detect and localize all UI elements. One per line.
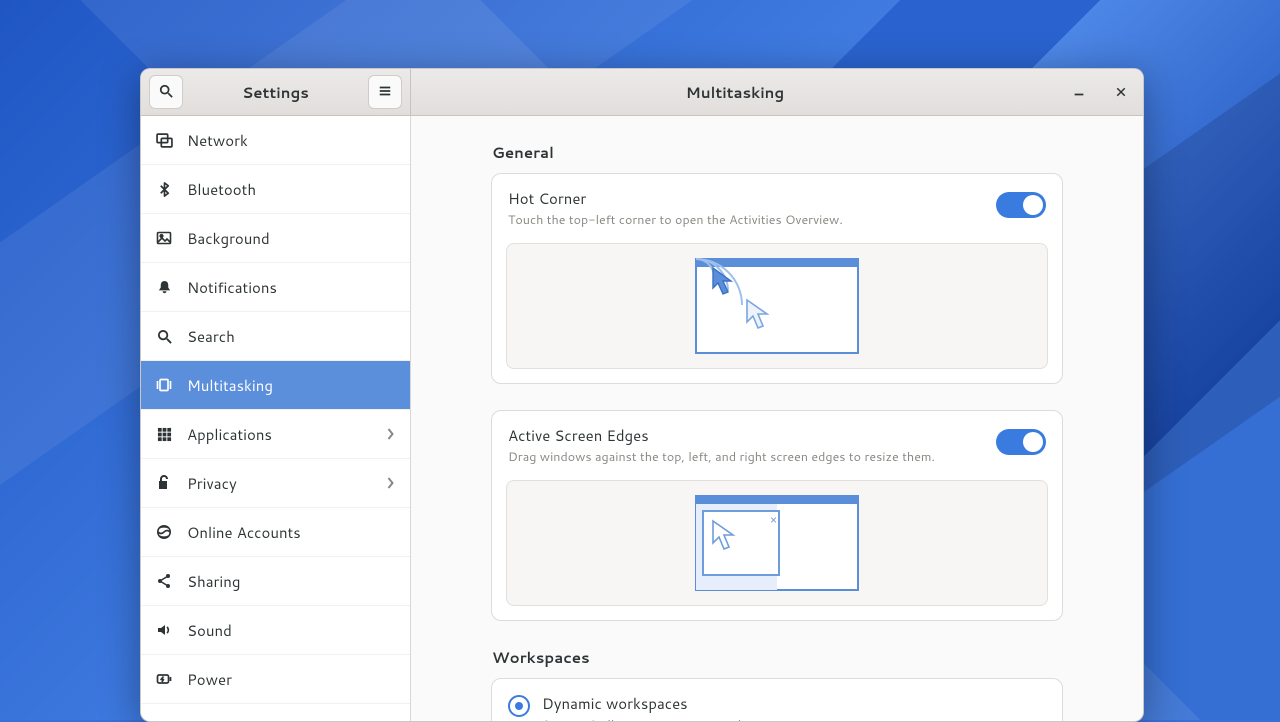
card-workspaces: Dynamic workspaces Automatically removes… (491, 678, 1063, 722)
sidebar-item-label: Power (187, 669, 232, 690)
sidebar-item-label: Privacy (187, 473, 237, 494)
dynamic-workspaces-desc: Automatically removes empty workspaces. (542, 716, 787, 722)
accounts-icon (155, 523, 173, 541)
dynamic-workspaces-title: Dynamic workspaces (542, 693, 787, 714)
search-icon (159, 81, 173, 104)
sidebar[interactable]: Network Bluetooth Background Notifications S… (141, 116, 411, 722)
hamburger-icon (378, 81, 392, 104)
close-icon (1115, 81, 1127, 104)
hot-corner-illustration (506, 243, 1048, 369)
sidebar-item-multitasking[interactable]: Multitasking (141, 361, 410, 410)
headerbar-right: Multitasking (411, 69, 1143, 115)
sidebar-item-sound[interactable]: Sound (141, 606, 410, 655)
sidebar-item-applications[interactable]: Applications (141, 410, 410, 459)
sidebar-item-label: Notifications (187, 277, 277, 298)
hot-corner-switch[interactable] (996, 192, 1046, 218)
svg-text:×: × (770, 513, 777, 527)
page-title: Multitasking (419, 82, 1051, 103)
search-button[interactable] (149, 75, 183, 109)
sidebar-item-label: Online Accounts (187, 522, 301, 543)
card-head: Active Screen Edges Drag windows against… (492, 411, 1062, 476)
sidebar-item-network[interactable]: Network (141, 116, 410, 165)
section-title-general: General (492, 142, 1062, 163)
headerbar: Settings Multitasking (141, 69, 1143, 116)
sidebar-item-label: Sound (187, 620, 232, 641)
sidebar-item-sharing[interactable]: Sharing (141, 557, 410, 606)
active-edges-illustration: × (506, 480, 1048, 606)
sidebar-item-label: Search (187, 326, 235, 347)
card-head: Hot Corner Touch the top-left corner to … (492, 174, 1062, 239)
hot-corner-desc: Touch the top-left corner to open the Ac… (508, 211, 996, 229)
sidebar-item-label: Multitasking (187, 375, 273, 396)
power-icon (155, 670, 173, 688)
sidebar-item-label: Background (187, 228, 270, 249)
sidebar-item-bluetooth[interactable]: Bluetooth (141, 165, 410, 214)
chevron-right-icon (386, 424, 396, 445)
close-button[interactable] (1107, 78, 1135, 106)
sidebar-item-label: Applications (187, 424, 272, 445)
card-hot-corner: Hot Corner Touch the top-left corner to … (491, 173, 1063, 384)
sidebar-item-privacy[interactable]: Privacy (141, 459, 410, 508)
search-icon (155, 327, 173, 345)
card-active-edges: Active Screen Edges Drag windows against… (491, 410, 1063, 621)
network-icon (155, 131, 173, 149)
apps-icon (155, 425, 173, 443)
headerbar-left-title: Settings (189, 82, 362, 103)
headerbar-left: Settings (141, 69, 411, 115)
active-edges-desc: Drag windows against the top, left, and … (508, 448, 996, 466)
active-edges-title: Active Screen Edges (508, 425, 996, 446)
bluetooth-icon (155, 180, 173, 198)
sidebar-item-online-accounts[interactable]: Online Accounts (141, 508, 410, 557)
chevron-right-icon (386, 473, 396, 494)
row-dynamic-workspaces[interactable]: Dynamic workspaces Automatically removes… (492, 679, 1062, 722)
sidebar-item-label: Bluetooth (187, 179, 256, 200)
sidebar-item-displays[interactable]: Displays (141, 704, 410, 722)
sidebar-item-label: Network (187, 130, 248, 151)
multitasking-icon (155, 376, 173, 394)
sidebar-item-background[interactable]: Background (141, 214, 410, 263)
sidebar-item-search[interactable]: Search (141, 312, 410, 361)
sidebar-item-power[interactable]: Power (141, 655, 410, 704)
content-pane[interactable]: General Hot Corner Touch the top-left co… (411, 116, 1143, 722)
share-icon (155, 572, 173, 590)
sound-icon (155, 621, 173, 639)
window-body: Network Bluetooth Background Notifications S… (141, 116, 1143, 722)
minimize-button[interactable] (1065, 78, 1093, 106)
dynamic-workspaces-radio[interactable] (508, 695, 530, 717)
bell-icon (155, 278, 173, 296)
sidebar-item-notifications[interactable]: Notifications (141, 263, 410, 312)
background-icon (155, 229, 173, 247)
privacy-icon (155, 474, 173, 492)
section-title-workspaces: Workspaces (492, 647, 1062, 668)
minimize-icon (1072, 81, 1086, 104)
menu-button[interactable] (368, 75, 402, 109)
hot-corner-title: Hot Corner (508, 188, 996, 209)
settings-window: Settings Multitasking Network Bluetooth (140, 68, 1144, 722)
active-edges-switch[interactable] (996, 429, 1046, 455)
sidebar-item-label: Sharing (187, 571, 240, 592)
